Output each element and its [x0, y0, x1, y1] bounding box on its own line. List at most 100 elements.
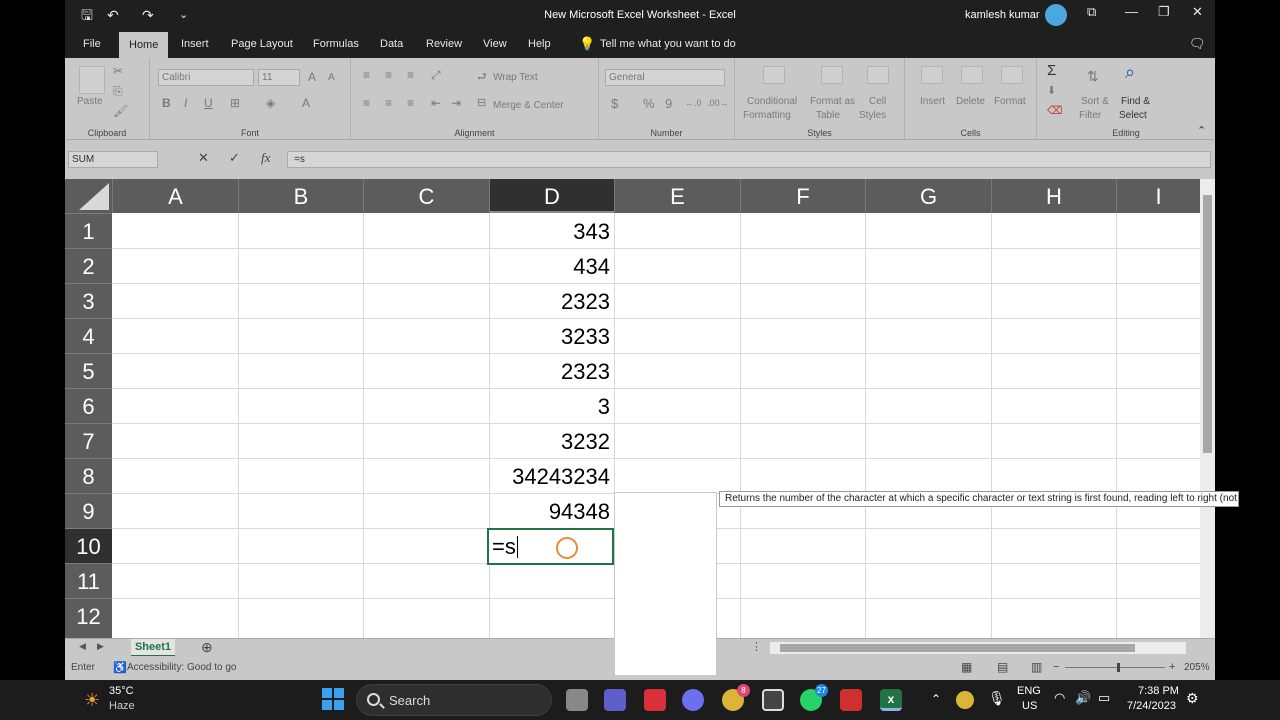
paste-icon[interactable] — [79, 66, 105, 94]
vertical-scrollbar[interactable] — [1200, 179, 1215, 638]
add-sheet-icon[interactable]: ⊕ — [201, 639, 213, 656]
cell-d4[interactable]: 3233 — [489, 318, 610, 353]
decrease-decimal-icon[interactable]: .00→ — [707, 98, 729, 108]
close-icon[interactable]: ✕ — [1192, 4, 1203, 20]
increase-decimal-icon[interactable]: ←.0 — [685, 98, 702, 108]
format-as-label[interactable]: Format as — [810, 96, 855, 107]
accessibility-status[interactable]: Accessibility: Good to go — [127, 662, 237, 673]
zoom-level[interactable]: 205% — [1184, 662, 1210, 673]
decrease-indent-icon[interactable]: ⇤ — [431, 96, 441, 110]
format-painter-icon[interactable]: 🖌 — [113, 104, 128, 118]
row-header-7[interactable]: 7 — [65, 423, 112, 458]
language-region[interactable]: US — [1022, 700, 1037, 712]
column-header-a[interactable]: A — [112, 179, 238, 213]
recorder-icon[interactable] — [840, 689, 862, 711]
table-label[interactable]: Table — [816, 110, 840, 121]
microphone-icon[interactable]: 🎙 — [988, 690, 1006, 707]
formatting-label[interactable]: Formatting — [743, 110, 791, 121]
tab-insert[interactable]: Insert — [177, 30, 213, 58]
tab-file[interactable]: File — [79, 30, 105, 58]
active-cell-d10[interactable]: =s — [487, 528, 614, 565]
shrink-font-button[interactable]: A — [328, 72, 335, 83]
avatar[interactable] — [1045, 4, 1067, 26]
wrap-text-button[interactable]: Wrap Text — [493, 72, 538, 83]
chrome-icon[interactable]: 8 — [722, 684, 750, 711]
align-bottom-icon[interactable]: ≡ — [407, 68, 414, 82]
merge-icon[interactable]: ⊟ — [477, 96, 486, 109]
cell-d5[interactable]: 2323 — [489, 353, 610, 388]
chrome-tray-icon[interactable] — [956, 691, 974, 709]
split-handle-icon[interactable]: ⋮ — [751, 640, 762, 653]
clock-time[interactable]: 7:38 PM — [1138, 685, 1179, 697]
weather-temp[interactable]: 35°C — [109, 685, 134, 697]
weather-icon[interactable]: ☀ — [84, 690, 100, 711]
column-header-g[interactable]: G — [865, 179, 991, 213]
fill-icon[interactable]: ⬇ — [1047, 84, 1056, 97]
font-color-button[interactable]: A — [302, 96, 310, 110]
column-header-c[interactable]: C — [363, 179, 489, 213]
styles-sub-label[interactable]: Styles — [859, 110, 886, 121]
tab-review[interactable]: Review — [422, 30, 466, 58]
settings-gear-icon[interactable]: ⚙ — [1186, 690, 1199, 707]
row-header-3[interactable]: 3 — [65, 283, 112, 318]
tab-view[interactable]: View — [479, 30, 511, 58]
restore-icon[interactable]: ❐ — [1158, 4, 1170, 20]
cell-d1[interactable]: 343 — [489, 213, 610, 248]
vertical-scroll-thumb[interactable] — [1203, 195, 1212, 453]
excel-taskbar-icon[interactable]: x — [880, 689, 902, 711]
zoom-slider[interactable] — [1065, 667, 1165, 668]
prev-sheet-icon[interactable]: ◀ — [79, 641, 86, 652]
clock-date[interactable]: 7/24/2023 — [1127, 700, 1176, 712]
row-header-4[interactable]: 4 — [65, 318, 112, 353]
teams-icon[interactable] — [604, 689, 626, 711]
conditional-label[interactable]: Conditional — [747, 96, 797, 107]
app-icon[interactable] — [682, 689, 704, 711]
clear-icon[interactable]: ⌫ — [1047, 104, 1063, 117]
normal-view-icon[interactable]: ▦ — [961, 660, 972, 674]
cell-d6[interactable]: 3 — [489, 388, 610, 423]
filter-label[interactable]: Filter — [1079, 110, 1101, 121]
whatsapp-icon[interactable]: 27 — [800, 684, 828, 711]
search-icon[interactable]: ⌕ — [1125, 62, 1135, 83]
font-name-select[interactable]: Calibri — [158, 69, 254, 86]
row-header-9[interactable]: 9 — [65, 493, 112, 528]
sheet-tab-sheet1[interactable]: Sheet1 — [131, 639, 175, 657]
battery-icon[interactable]: ▭ — [1098, 690, 1110, 706]
align-center-icon[interactable]: ≡ — [385, 96, 392, 110]
bold-button[interactable]: B — [162, 96, 171, 110]
currency-button[interactable]: $ — [611, 96, 618, 111]
cut-icon[interactable]: ✂ — [113, 64, 123, 78]
zoom-out-icon[interactable]: − — [1053, 661, 1059, 673]
tab-help[interactable]: Help — [524, 30, 555, 58]
sort-label[interactable]: Sort & — [1081, 96, 1109, 107]
row-header-1[interactable]: 1 — [65, 213, 112, 248]
cell-d2[interactable]: 434 — [489, 248, 610, 283]
column-header-f[interactable]: F — [740, 179, 865, 213]
cell-label[interactable]: Cell — [869, 96, 886, 107]
select-all-button[interactable] — [65, 179, 112, 213]
tab-data[interactable]: Data — [376, 30, 407, 58]
number-format-select[interactable]: General — [605, 69, 725, 86]
taskbar-search[interactable]: Search — [356, 684, 552, 716]
merge-center-button[interactable]: Merge & Center — [493, 100, 564, 111]
column-header-d[interactable]: D — [489, 179, 614, 213]
wifi-icon[interactable]: ◠ — [1054, 690, 1065, 706]
volume-icon[interactable]: 🔊 — [1075, 690, 1091, 706]
zoom-in-icon[interactable]: + — [1169, 661, 1175, 673]
underline-button[interactable]: U — [204, 96, 213, 110]
tab-home[interactable]: Home — [119, 32, 169, 58]
format-cells-button[interactable]: Format — [994, 96, 1026, 107]
camera-icon[interactable] — [762, 689, 784, 711]
align-top-icon[interactable]: ≡ — [363, 68, 370, 82]
minimize-icon[interactable]: — — [1125, 4, 1138, 19]
comma-button[interactable]: 9 — [665, 96, 672, 111]
ribbon-display-icon[interactable]: ⧉ — [1087, 4, 1096, 20]
align-right-icon[interactable]: ≡ — [407, 96, 414, 110]
grow-font-button[interactable]: A — [308, 70, 316, 84]
borders-icon[interactable]: ⊞ — [230, 96, 240, 110]
zoom-slider-thumb[interactable] — [1117, 663, 1120, 672]
column-header-b[interactable]: B — [238, 179, 363, 213]
insert-cells-icon[interactable] — [921, 66, 943, 84]
windows-start-icon[interactable] — [322, 688, 344, 710]
tell-me-search[interactable]: Tell me what you want to do — [596, 30, 740, 58]
